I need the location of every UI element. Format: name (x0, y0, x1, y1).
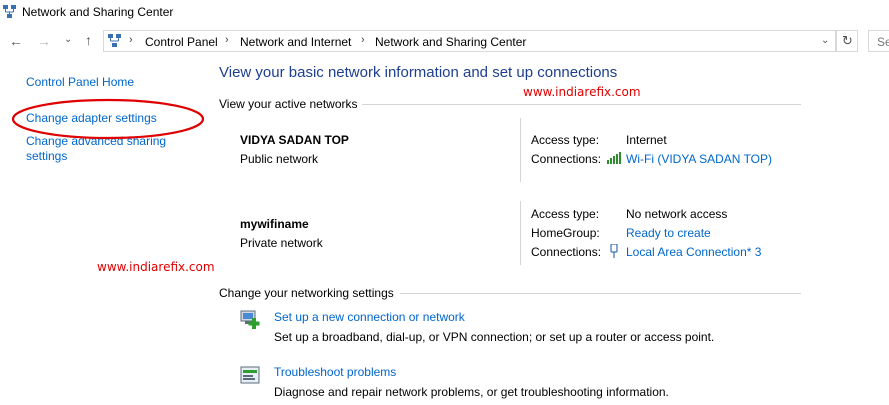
new-connection-icon (240, 310, 260, 329)
access-type-label: Access type: (531, 207, 600, 221)
control-panel-icon (108, 34, 121, 47)
page-title: View your basic network information and … (219, 64, 618, 81)
task-description: Diagnose and repair network problems, or… (274, 385, 669, 399)
homegroup-ready-link[interactable]: Ready to create (626, 226, 711, 240)
back-arrow-icon[interactable]: ← (9, 33, 23, 49)
breadcrumb-control-panel[interactable]: Control Panel (145, 35, 218, 49)
setup-new-connection-link[interactable]: Set up a new connection or network (274, 310, 465, 324)
access-type-label: Access type: (531, 133, 600, 147)
network-center-icon (3, 5, 16, 18)
network-name: VIDYA SADAN TOP (240, 133, 349, 147)
search-placeholder: Se (877, 35, 889, 49)
task-description: Set up a broadband, dial-up, or VPN conn… (274, 330, 715, 344)
watermark-left: www.indiarefix.com (97, 260, 215, 274)
breadcrumb-separator-icon[interactable]: › (129, 34, 133, 46)
sidebar-item-change-advanced-sharing-line2[interactable]: settings (26, 149, 67, 163)
section-divider (400, 293, 801, 294)
access-type-value: Internet (626, 133, 667, 147)
breadcrumb-network-and-sharing-center[interactable]: Network and Sharing Center (375, 35, 526, 49)
breadcrumb-separator-icon[interactable]: › (225, 34, 229, 46)
breadcrumb-network-and-internet[interactable]: Network and Internet (240, 35, 351, 49)
troubleshoot-icon (240, 366, 260, 384)
change-settings-label: Change your networking settings (219, 286, 394, 300)
refresh-icon: ↻ (842, 33, 853, 48)
window-title: Network and Sharing Center (22, 5, 174, 19)
wifi-signal-icon (607, 152, 621, 164)
address-dropdown-chevron-icon[interactable]: ⌄ (821, 35, 829, 46)
network-category[interactable]: Private network (240, 236, 323, 250)
recent-locations-chevron-icon[interactable]: ⌄ (64, 34, 72, 45)
connections-label: Connections: (531, 245, 602, 259)
breadcrumb-separator-icon[interactable]: › (361, 34, 365, 46)
homegroup-label: HomeGroup: (531, 226, 600, 240)
local-area-connection-icon (610, 244, 618, 258)
annotation-ellipse (11, 98, 205, 140)
wifi-connection-link[interactable]: Wi-Fi (VIDYA SADAN TOP) (626, 152, 772, 166)
local-area-connection-link[interactable]: Local Area Connection* 3 (626, 245, 761, 259)
network-category[interactable]: Public network (240, 152, 318, 166)
search-input[interactable]: Se (868, 30, 889, 52)
refresh-button[interactable]: ↻ (836, 30, 858, 52)
connections-label: Connections: (531, 152, 602, 166)
network-name: mywifiname (240, 217, 309, 231)
access-type-value: No network access (626, 207, 728, 221)
troubleshoot-problems-link[interactable]: Troubleshoot problems (274, 365, 396, 379)
watermark-top: www.indiarefix.com (523, 85, 641, 99)
active-networks-label: View your active networks (219, 97, 358, 111)
section-divider (362, 104, 801, 105)
sidebar-item-control-panel-home[interactable]: Control Panel Home (26, 75, 134, 89)
up-arrow-icon[interactable]: ↑ (85, 32, 92, 48)
network-divider (520, 201, 521, 265)
title-bar: Network and Sharing Center (0, 0, 889, 26)
network-divider (520, 118, 521, 182)
forward-arrow-icon[interactable]: → (37, 33, 51, 49)
